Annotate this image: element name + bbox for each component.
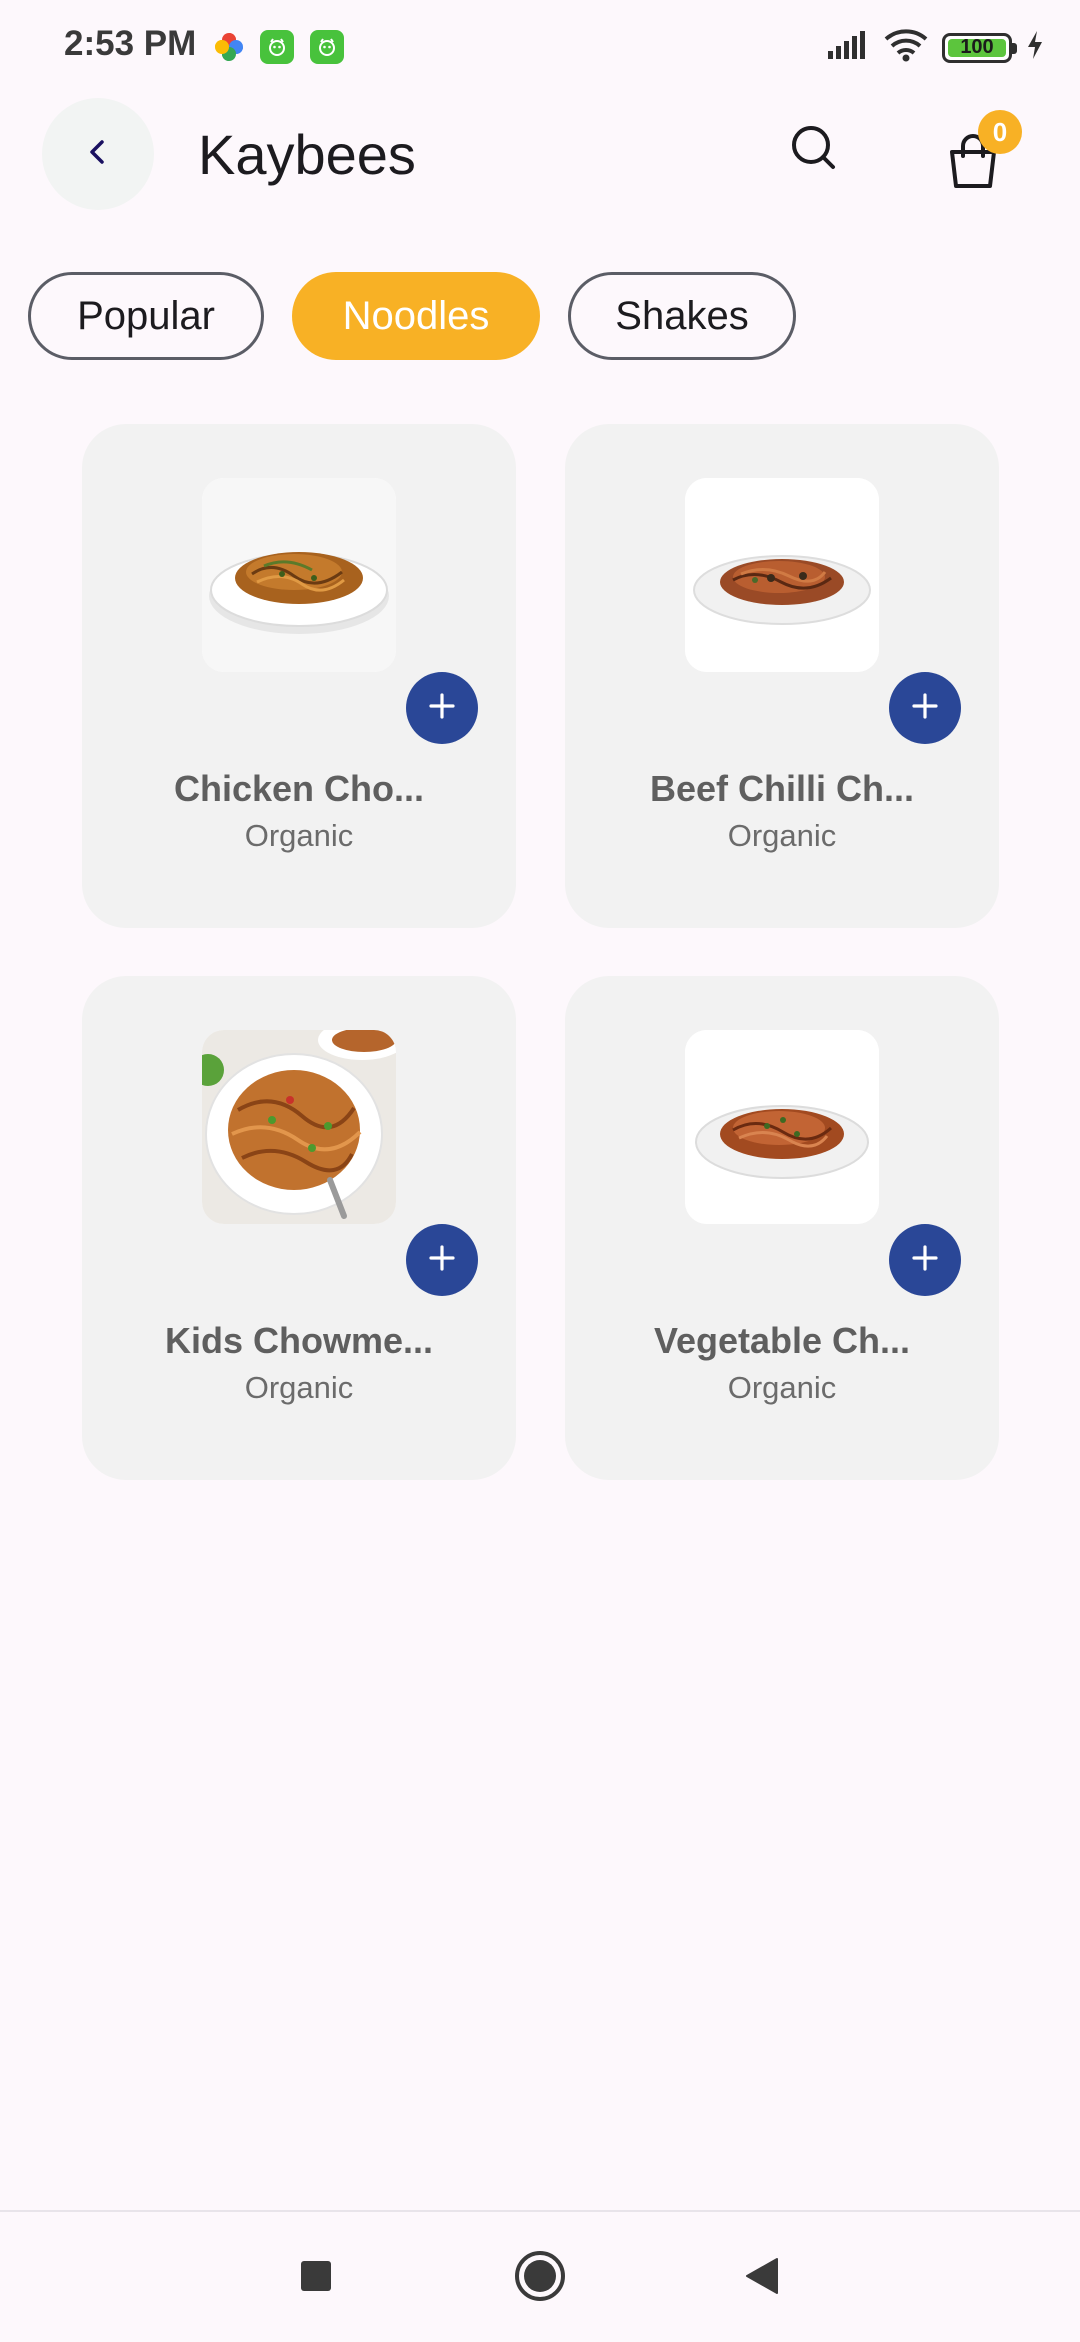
product-name: Chicken Cho... [173, 768, 425, 809]
add-to-cart-button[interactable] [889, 1224, 961, 1296]
cart-count-badge: 0 [978, 110, 1022, 154]
plus-icon [910, 1243, 940, 1278]
recents-square-icon [299, 2259, 333, 2298]
product-card[interactable]: Kids Chowme... Organic [82, 976, 516, 1480]
wifi-icon [884, 28, 928, 67]
tab-noodles[interactable]: Noodles [292, 272, 540, 360]
cart-button[interactable]: 0 [938, 110, 1022, 200]
back-button[interactable] [42, 98, 154, 210]
system-nav-bar [0, 2210, 1080, 2342]
product-subtitle: Organic [727, 1370, 837, 1405]
system-back-button[interactable] [726, 2242, 798, 2314]
search-icon [789, 123, 839, 178]
product-subtitle: Organic [727, 818, 837, 853]
home-circle-icon [513, 2249, 567, 2308]
add-to-cart-button[interactable] [889, 672, 961, 744]
back-triangle-icon [743, 2256, 781, 2301]
battery-level: 100 [960, 36, 994, 58]
status-indicators: 100 [826, 28, 1044, 67]
back-arrow-icon [80, 134, 116, 175]
product-subtitle: Organic [244, 818, 354, 853]
product-name: Kids Chowme... [164, 1320, 434, 1361]
signal-icon [826, 29, 870, 66]
add-to-cart-button[interactable] [406, 672, 478, 744]
product-name: Beef Chilli Ch... [649, 768, 915, 809]
plus-icon [427, 691, 457, 726]
page-title: Kaybees [198, 123, 416, 186]
google-photos-icon [212, 30, 246, 64]
recents-button[interactable] [280, 2242, 352, 2314]
status-time: 2:53 PM [64, 24, 197, 63]
product-card[interactable]: Vegetable Ch... Organic [565, 976, 999, 1480]
add-to-cart-button[interactable] [406, 1224, 478, 1296]
product-image [685, 1030, 879, 1224]
product-subtitle: Organic [244, 1370, 354, 1405]
product-card[interactable]: Beef Chilli Ch... Organic [565, 424, 999, 928]
product-image [202, 478, 396, 672]
tab-popular[interactable]: Popular [28, 272, 264, 360]
product-card[interactable]: Chicken Cho... Organic [82, 424, 516, 928]
product-image [685, 478, 879, 672]
home-button[interactable] [504, 2242, 576, 2314]
battery-icon: 100 [942, 32, 1017, 63]
search-button[interactable] [782, 118, 846, 182]
product-image [202, 1030, 396, 1224]
app-notification-icon [310, 30, 344, 64]
plus-icon [910, 691, 940, 726]
plus-icon [427, 1243, 457, 1278]
status-bar: 2:53 PM 100 [0, 0, 1080, 96]
charging-icon [1026, 30, 1044, 65]
product-name: Vegetable Ch... [653, 1320, 911, 1361]
tab-shakes[interactable]: Shakes [568, 272, 796, 360]
app-header: Kaybees 0 [0, 96, 1080, 216]
app-notification-icon [260, 30, 294, 64]
